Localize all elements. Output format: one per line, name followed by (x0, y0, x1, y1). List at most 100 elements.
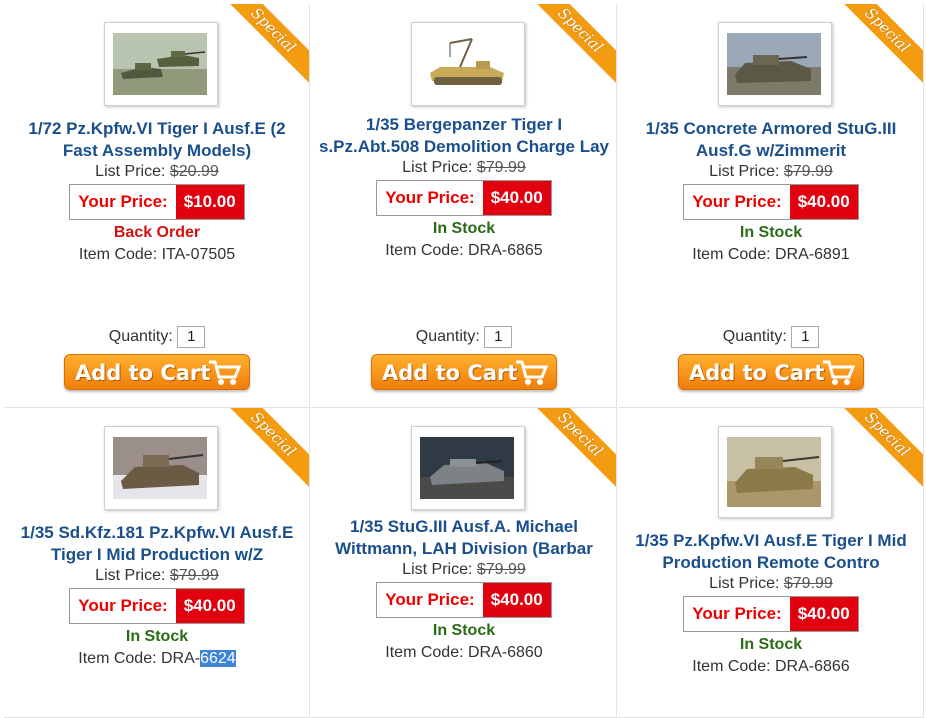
list-price-value: $79.99 (476, 561, 526, 578)
your-price-value: $10.00 (175, 185, 244, 219)
your-price-value: $40.00 (175, 589, 244, 623)
add-to-cart-label: Add to Cart (382, 361, 518, 385)
product-info: 1/35 Bergepanzer Tiger I s.Pz.Abt.508 De… (311, 114, 616, 262)
product-grid: Special 1/72 Pz.Kpfw.VI Tiger I Ausf.E (… (0, 0, 926, 718)
add-to-cart-button[interactable]: Add to Cart (371, 354, 557, 390)
quantity-label: Quantity: (108, 328, 173, 346)
item-code-row: Item Code: DRA-6865 (311, 240, 616, 262)
product-title[interactable]: 1/35 Pz.Kpfw.VI Ausf.E Tiger I Mid Produ… (626, 530, 916, 574)
shopping-cart-icon (516, 360, 548, 385)
item-code-value: ITA-07505 (161, 246, 236, 263)
special-ribbon: Special (215, 408, 309, 493)
tiger-winter-photo (113, 437, 207, 499)
add-to-cart-label: Add to Cart (689, 361, 825, 385)
your-price-box: Your Price: $40.00 (683, 184, 859, 220)
your-price-value: $40.00 (482, 583, 551, 617)
your-price-box: Your Price: $40.00 (376, 582, 552, 618)
product-title[interactable]: 1/35 StuG.III Ausf.A. Michael Wittmann, … (319, 516, 609, 560)
quantity-label: Quantity: (415, 328, 480, 346)
quantity-input[interactable]: 1 (484, 326, 513, 348)
item-code-label: Item Code: (78, 650, 157, 667)
list-price-value: $20.99 (169, 163, 219, 180)
availability-status: In Stock (125, 628, 189, 645)
list-price-value: $79.99 (783, 575, 833, 592)
product-title[interactable]: 1/35 Bergepanzer Tiger I s.Pz.Abt.508 De… (319, 114, 609, 158)
product-card: Special 1/35 Sd.Kfz.181 Pz.Kpfw.VI Ausf.… (4, 408, 310, 718)
product-thumbnail[interactable] (411, 426, 525, 510)
product-card: Special 1/35 Concrete Armored StuG.III A… (618, 4, 924, 408)
availability-status: In Stock (432, 220, 496, 237)
list-price-row: List Price: $79.99 (618, 162, 923, 182)
item-code-value: DRA-6891 (775, 246, 850, 263)
special-ribbon: Special (215, 4, 309, 89)
product-thumbnail[interactable] (718, 22, 832, 106)
list-price-label: List Price: (402, 159, 473, 176)
list-price-row: List Price: $20.99 (4, 162, 309, 182)
your-price-label: Your Price: (684, 597, 790, 631)
product-thumbnail[interactable] (104, 22, 218, 106)
item-code-label: Item Code: (692, 246, 771, 263)
your-price-label: Your Price: (684, 185, 790, 219)
tiger-desert-photo (727, 437, 821, 507)
item-code-label: Item Code: (692, 658, 771, 675)
product-thumbnail[interactable] (104, 426, 218, 510)
quantity-row: Quantity: 1 (618, 326, 923, 348)
availability-status: In Stock (739, 636, 803, 653)
list-price-value: $79.99 (169, 567, 219, 584)
product-card: Special 1/35 Bergepanzer Tiger I s.Pz.Ab… (311, 4, 617, 408)
quantity-input[interactable]: 1 (791, 326, 820, 348)
product-card: Special 1/35 Pz.Kpfw.VI Ausf.E Tiger I M… (618, 408, 924, 718)
your-price-box: Your Price: $40.00 (376, 180, 552, 216)
list-price-value: $79.99 (783, 163, 833, 180)
item-code-row: Item Code: DRA-6624 (4, 648, 309, 670)
product-thumbnail[interactable] (718, 426, 832, 518)
product-thumbnail[interactable] (411, 22, 525, 106)
item-code-label: Item Code: (385, 242, 464, 259)
quantity-label: Quantity: (722, 328, 787, 346)
item-code-row: Item Code: DRA-6891 (618, 244, 923, 266)
add-to-cart-label: Add to Cart (75, 361, 211, 385)
your-price-value: $40.00 (789, 597, 858, 631)
item-code-row: Item Code: DRA-6860 (311, 642, 616, 664)
stug-concrete-photo (727, 33, 821, 95)
list-price-row: List Price: $79.99 (4, 566, 309, 586)
product-info: 1/35 Concrete Armored StuG.III Ausf.G w/… (618, 118, 923, 266)
your-price-value: $40.00 (482, 181, 551, 215)
list-price-label: List Price: (709, 163, 780, 180)
product-info: 1/35 Sd.Kfz.181 Pz.Kpfw.VI Ausf.E Tiger … (4, 522, 309, 670)
your-price-label: Your Price: (70, 185, 176, 219)
product-title[interactable]: 1/35 Concrete Armored StuG.III Ausf.G w/… (626, 118, 916, 162)
product-title[interactable]: 1/35 Sd.Kfz.181 Pz.Kpfw.VI Ausf.E Tiger … (12, 522, 302, 566)
item-code-prefix: DRA- (161, 650, 201, 667)
item-code-row: Item Code: ITA-07505 (4, 244, 309, 266)
list-price-row: List Price: $79.99 (618, 574, 923, 594)
product-info: 1/35 StuG.III Ausf.A. Michael Wittmann, … (311, 516, 616, 664)
product-card: Special 1/72 Pz.Kpfw.VI Tiger I Ausf.E (… (4, 4, 310, 408)
list-price-label: List Price: (95, 163, 166, 180)
list-price-label: List Price: (95, 567, 166, 584)
shopping-cart-icon (823, 360, 855, 385)
list-price-label: List Price: (402, 561, 473, 578)
quantity-row: Quantity: 1 (311, 326, 616, 348)
special-ribbon: Special (522, 4, 616, 89)
your-price-box: Your Price: $10.00 (69, 184, 245, 220)
quantity-row: Quantity: 1 (4, 326, 309, 348)
your-price-value: $40.00 (789, 185, 858, 219)
shopping-cart-icon (209, 360, 241, 385)
item-code-value: DRA-6860 (468, 644, 543, 661)
quantity-input[interactable]: 1 (177, 326, 206, 348)
list-price-row: List Price: $79.99 (311, 158, 616, 178)
item-code-label: Item Code: (78, 246, 158, 263)
product-title[interactable]: 1/72 Pz.Kpfw.VI Tiger I Ausf.E (2 Fast A… (12, 118, 302, 162)
add-to-cart-button[interactable]: Add to Cart (678, 354, 864, 390)
availability-status: Back Order (113, 224, 201, 241)
add-to-cart-button[interactable]: Add to Cart (64, 354, 250, 390)
item-code-row: Item Code: DRA-6866 (618, 656, 923, 678)
bergepanzer-crane-photo (420, 33, 514, 95)
availability-status: In Stock (432, 622, 496, 639)
item-code-value: DRA-6865 (468, 242, 543, 259)
list-price-row: List Price: $79.99 (311, 560, 616, 580)
list-price-label: List Price: (709, 575, 780, 592)
your-price-label: Your Price: (70, 589, 176, 623)
item-code-selected-text[interactable]: 6624 (200, 650, 236, 667)
